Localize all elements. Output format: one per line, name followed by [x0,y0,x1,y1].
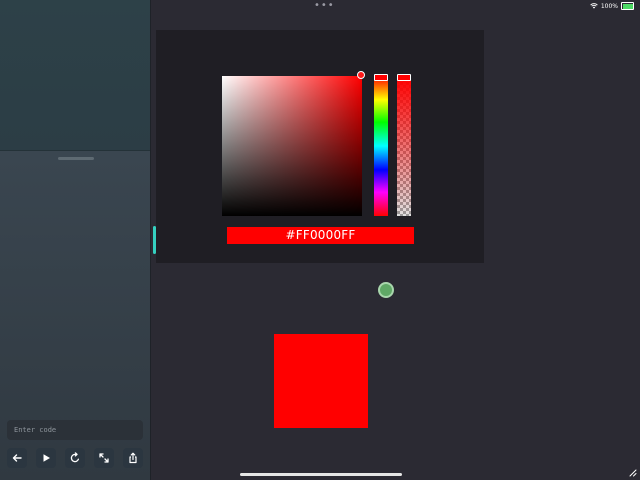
refresh-icon [70,452,80,463]
alpha-slider[interactable] [397,76,411,216]
status-bar: 100% [590,2,634,10]
wifi-icon [590,3,598,9]
share-button[interactable] [123,448,143,468]
sidebar-top-pane [0,0,150,151]
saturation-value-knob[interactable] [357,71,365,79]
saturation-value-area[interactable] [222,76,362,216]
draggable-point[interactable] [378,282,394,298]
sidebar-toolbar [7,448,143,468]
back-button[interactable] [7,448,27,468]
home-indicator[interactable] [240,473,402,476]
expand-icon [99,453,109,463]
hue-slider-handle[interactable] [374,74,388,81]
play-icon [43,454,50,462]
color-preview-square [274,334,368,428]
resize-corner-icon[interactable] [629,469,637,477]
pane-resize-grabber[interactable] [58,157,94,160]
battery-percentage: 100% [600,2,618,10]
fullscreen-button[interactable] [94,448,114,468]
hue-slider[interactable] [374,76,388,216]
arrow-left-icon [12,454,22,462]
alpha-slider-handle[interactable] [397,74,411,81]
color-picker-panel: #FF0000FF [156,30,484,263]
hex-value-field[interactable]: #FF0000FF [227,227,414,244]
battery-icon [621,2,634,10]
run-button[interactable] [36,448,56,468]
reset-button[interactable] [65,448,85,468]
sidebar [0,0,151,480]
multitasking-dots-icon[interactable]: ••• [314,1,335,11]
code-input[interactable] [7,420,143,440]
share-icon [129,452,137,464]
